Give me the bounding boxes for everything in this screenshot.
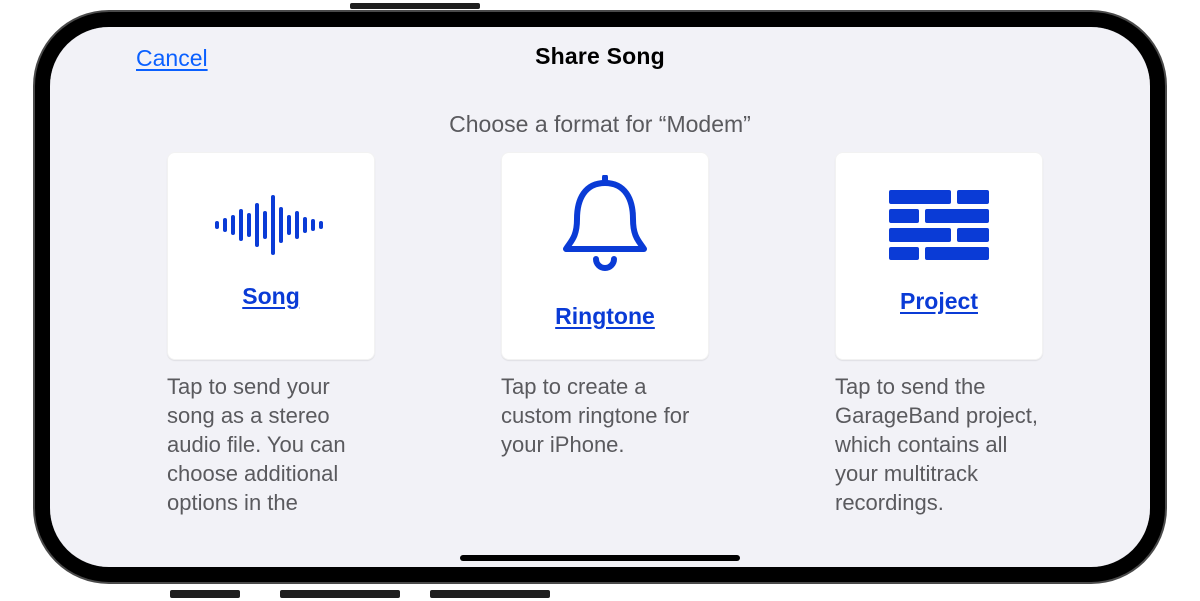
desc-ringtone: Tap to create a custom ringtone for your… [501, 372, 709, 459]
format-options: Song Tap to send your song as a stereo a… [50, 152, 1150, 567]
option-project: Project Tap to send the GarageBand proje… [835, 152, 1043, 567]
page-title: Share Song [535, 43, 665, 70]
phone-power-button [350, 3, 480, 9]
phone-volume-down [430, 590, 550, 598]
phone-frame: Cancel Share Song Choose a format for “M… [35, 12, 1165, 582]
bell-icon [560, 175, 650, 275]
home-indicator[interactable] [460, 555, 740, 561]
desc-song: Tap to send your song as a stereo audio … [167, 372, 375, 517]
card-project-label: Project [900, 288, 978, 315]
card-ringtone-label: Ringtone [555, 303, 655, 330]
orange-indicator-dot [1150, 319, 1156, 325]
screen: Cancel Share Song Choose a format for “M… [50, 27, 1150, 567]
option-ringtone: Ringtone Tap to create a custom ringtone… [501, 152, 709, 567]
subtitle: Choose a format for “Modem” [50, 111, 1150, 138]
desc-project: Tap to send the GarageBand project, whic… [835, 372, 1043, 517]
nav-bar: Cancel Share Song [50, 27, 1150, 85]
cancel-button[interactable]: Cancel [136, 45, 208, 72]
card-song[interactable]: Song [167, 152, 375, 360]
waveform-icon [211, 195, 331, 255]
option-song: Song Tap to send your song as a stereo a… [167, 152, 375, 567]
phone-mute-switch [170, 590, 240, 598]
card-ringtone[interactable]: Ringtone [501, 152, 709, 360]
card-project[interactable]: Project [835, 152, 1043, 360]
bricks-icon [889, 190, 989, 260]
phone-volume-up [280, 590, 400, 598]
card-song-label: Song [242, 283, 300, 310]
